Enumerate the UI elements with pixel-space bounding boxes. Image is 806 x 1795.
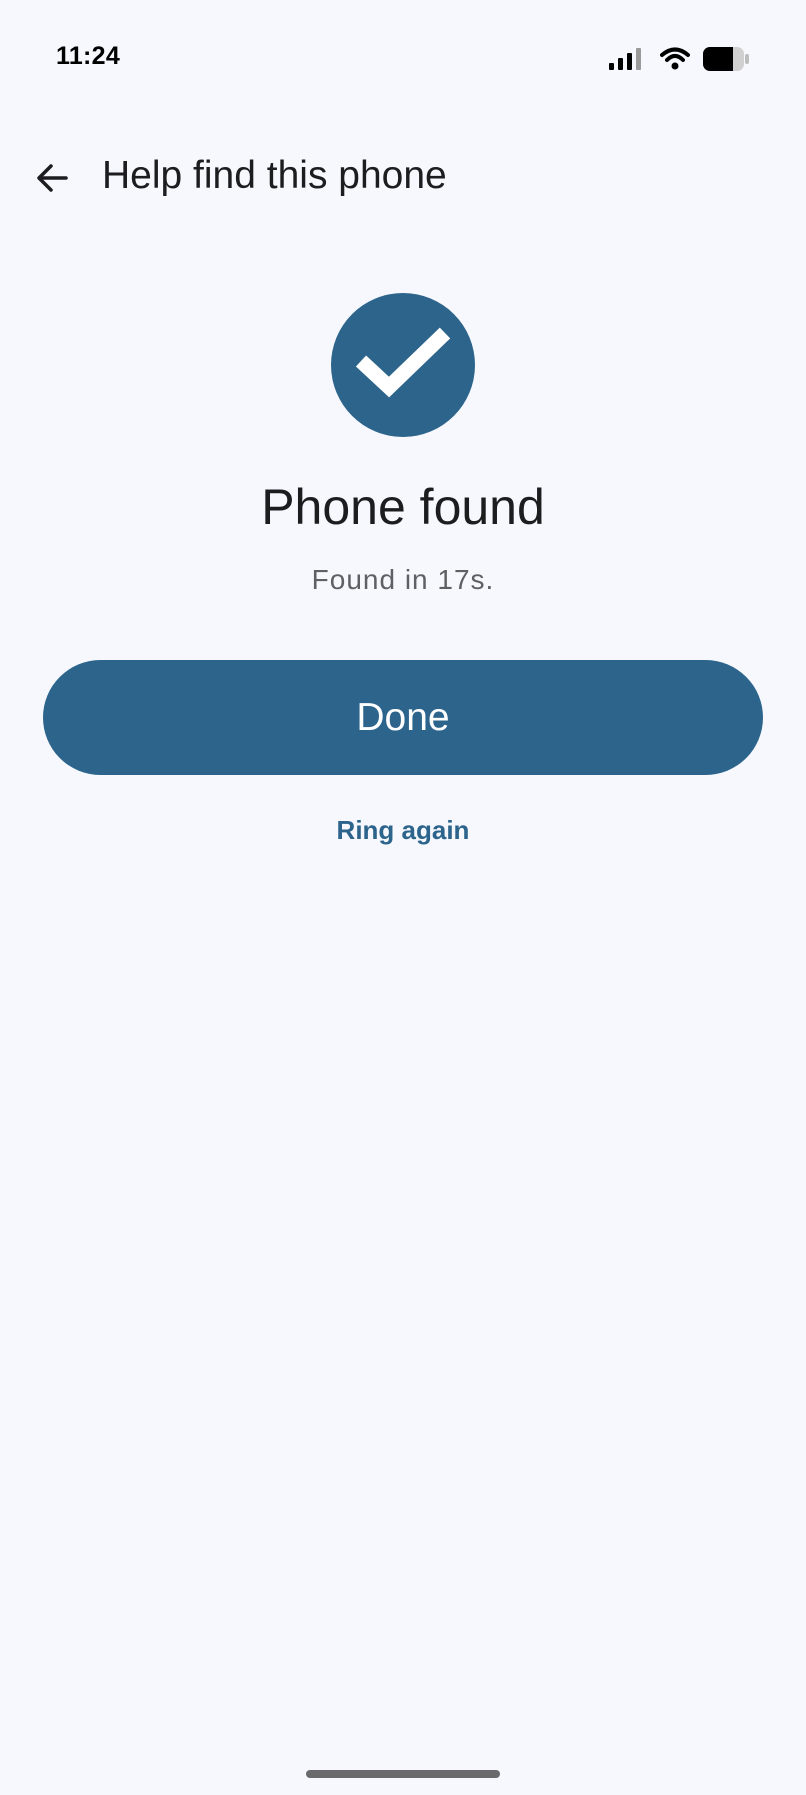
battery-icon bbox=[702, 46, 750, 72]
check-icon bbox=[351, 323, 455, 408]
status-time: 11:24 bbox=[56, 42, 121, 70]
done-button[interactable]: Done bbox=[43, 660, 763, 775]
status-bar: 11:24 bbox=[0, 0, 806, 120]
home-indicator[interactable] bbox=[306, 1770, 500, 1778]
app-bar: Help find this phone bbox=[0, 140, 806, 220]
ring-again-button[interactable]: Ring again bbox=[0, 815, 806, 846]
result-headline: Phone found bbox=[261, 479, 545, 535]
page-title: Help find this phone bbox=[102, 154, 447, 197]
arrow-back-icon bbox=[35, 161, 69, 200]
success-badge bbox=[331, 293, 475, 437]
wifi-icon bbox=[660, 47, 690, 71]
signal-icon bbox=[608, 47, 648, 71]
result-subtext: Found in 17s. bbox=[311, 564, 495, 595]
status-icons bbox=[608, 46, 750, 72]
back-button[interactable] bbox=[24, 152, 80, 208]
